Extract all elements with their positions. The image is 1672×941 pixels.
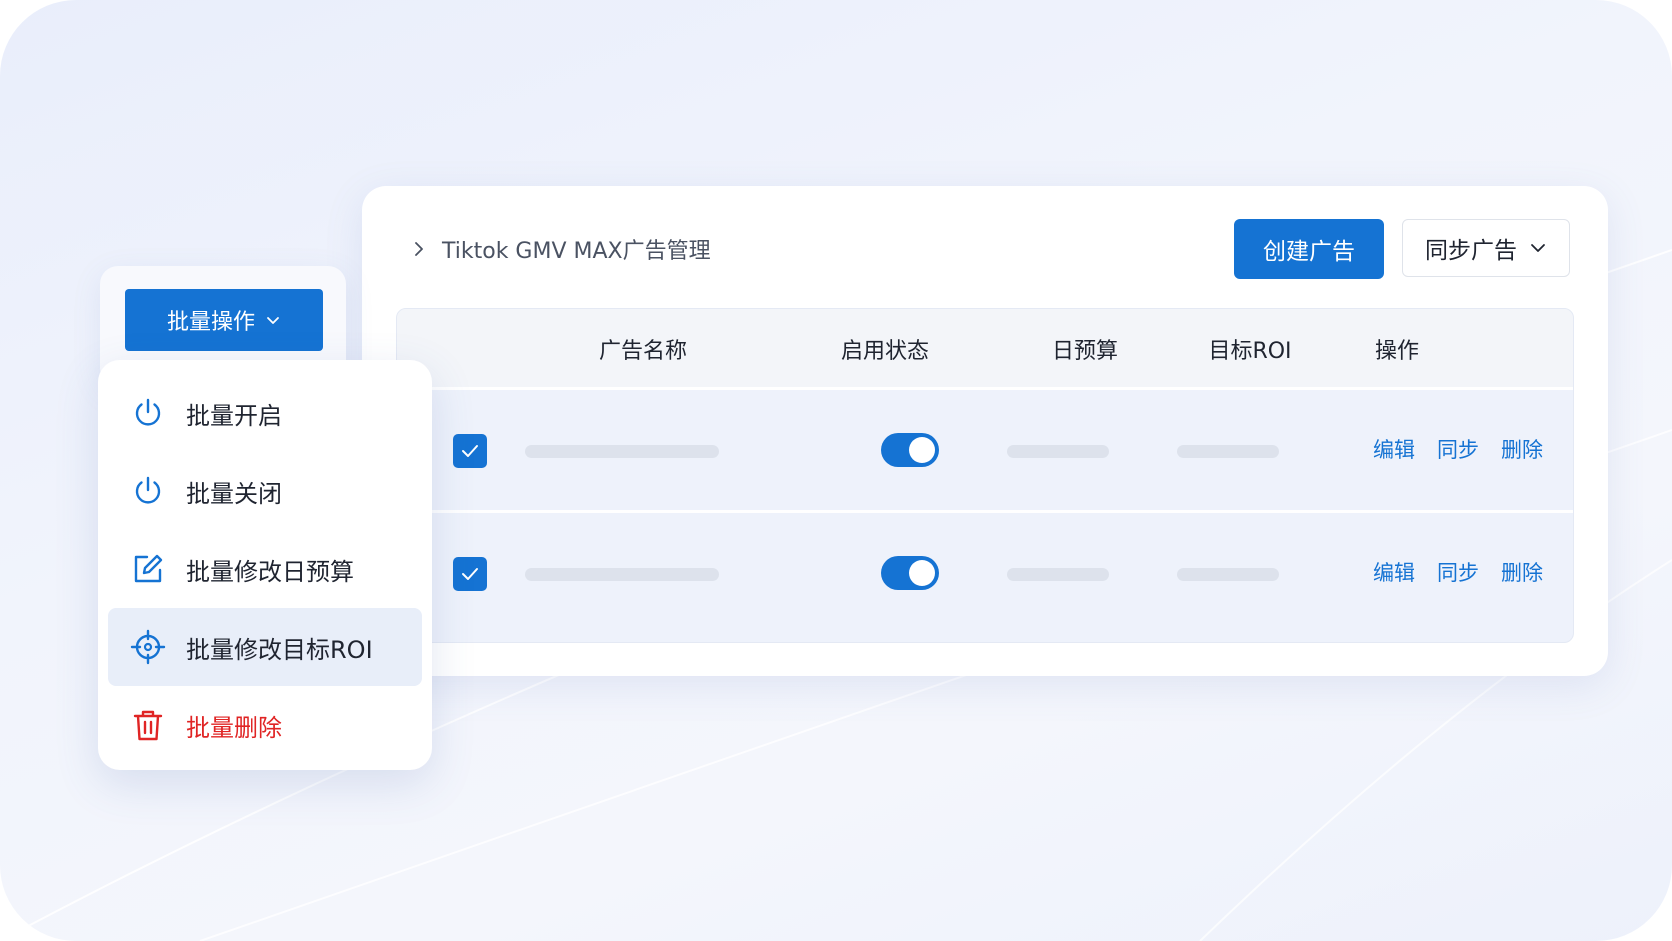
table-header: 广告名称 启用状态 日预算 目标ROI 操作 [397, 309, 1573, 390]
delete-link[interactable]: 删除 [1501, 434, 1543, 464]
toggle-knob [909, 560, 935, 586]
target-roi-placeholder [1177, 568, 1279, 581]
sync-ad-dropdown[interactable]: 同步广告 [1402, 219, 1570, 277]
edit-link[interactable]: 编辑 [1373, 434, 1415, 464]
table-row: 编辑 同步 删除 [397, 390, 1573, 513]
column-header-status: 启用状态 [840, 339, 930, 364]
status-toggle[interactable] [881, 433, 939, 467]
edit-icon [134, 554, 163, 583]
target-icon [130, 629, 166, 665]
power-icon [135, 476, 161, 504]
column-header-target-roi: 目标ROI [1208, 339, 1292, 364]
ad-name-placeholder [525, 445, 719, 458]
menu-item-label: 批量修改目标ROI [186, 636, 373, 664]
create-ad-button[interactable]: 创建广告 [1234, 219, 1384, 279]
batch-operation-label: 批量操作 [166, 310, 255, 335]
sync-link[interactable]: 同步 [1437, 557, 1479, 587]
background-stage: Tiktok GMV MAX广告管理 创建广告 同步广告 广告名称 启用状态 日… [0, 0, 1672, 941]
edit-link[interactable]: 编辑 [1373, 557, 1415, 587]
check-icon [462, 445, 478, 457]
daily-budget-placeholder [1007, 568, 1109, 581]
page-title: Tiktok GMV MAX广告管理 [442, 239, 711, 264]
status-toggle[interactable] [881, 556, 939, 590]
table-row: 编辑 同步 删除 [397, 513, 1573, 633]
menu-item-batch-disable[interactable]: 批量关闭 [108, 452, 422, 530]
sync-link[interactable]: 同步 [1437, 434, 1479, 464]
ad-management-card: Tiktok GMV MAX广告管理 创建广告 同步广告 广告名称 启用状态 日… [362, 186, 1608, 676]
toggle-knob [909, 437, 935, 463]
daily-budget-placeholder [1007, 445, 1109, 458]
trash-icon [133, 710, 163, 741]
batch-dropdown-menu: 批量开启 批量关闭 批量修改日预算 批量修改目标ROI 批量删除 [98, 360, 432, 770]
menu-item-batch-delete[interactable]: 批量删除 [108, 686, 422, 764]
row-actions: 编辑 同步 删除 [1373, 557, 1543, 587]
column-header-daily-budget: 日预算 [1051, 339, 1119, 364]
menu-item-label: 批量修改日预算 [186, 558, 354, 586]
column-header-ad-name: 广告名称 [598, 339, 688, 364]
target-roi-placeholder [1177, 445, 1279, 458]
chevron-down-icon [267, 317, 279, 324]
chevron-right-icon [415, 242, 423, 256]
row-checkbox[interactable] [453, 557, 487, 591]
menu-item-batch-edit-budget[interactable]: 批量修改日预算 [108, 530, 422, 608]
ads-table: 广告名称 启用状态 日预算 目标ROI 操作 编辑 同步 删除 编辑 同步 删除 [396, 308, 1574, 643]
ad-name-placeholder [525, 568, 719, 581]
batch-operation-button[interactable]: 批量操作 [125, 289, 323, 351]
delete-link[interactable]: 删除 [1501, 557, 1543, 587]
breadcrumb[interactable]: Tiktok GMV MAX广告管理 [410, 234, 711, 264]
menu-item-label: 批量开启 [186, 402, 282, 430]
power-icon [135, 398, 161, 426]
sync-ad-label: 同步广告 [1425, 238, 1517, 264]
check-icon [462, 568, 478, 580]
chevron-down-icon [1531, 244, 1545, 252]
menu-item-label: 批量关闭 [186, 480, 282, 508]
column-header-actions: 操作 [1374, 339, 1420, 364]
row-checkbox[interactable] [453, 434, 487, 468]
menu-item-batch-enable[interactable]: 批量开启 [108, 374, 422, 452]
menu-item-batch-edit-roi[interactable]: 批量修改目标ROI [108, 608, 422, 686]
menu-item-label: 批量删除 [186, 714, 282, 742]
row-actions: 编辑 同步 删除 [1373, 434, 1543, 464]
